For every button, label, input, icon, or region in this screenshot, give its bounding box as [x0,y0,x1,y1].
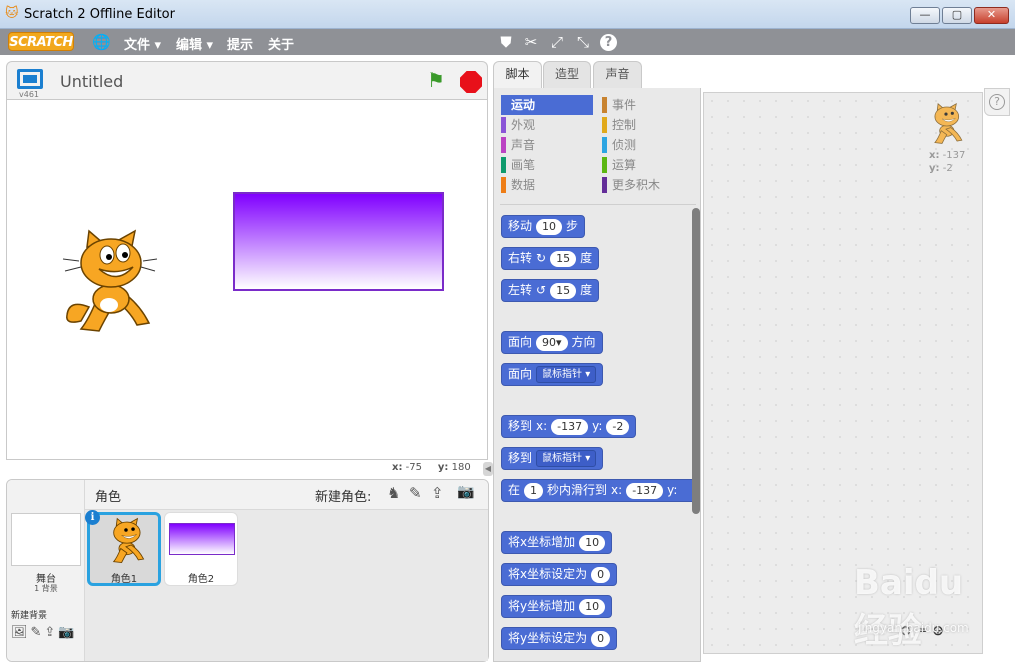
block-move-steps[interactable]: 移动 10 步 [501,215,586,238]
paint-backdrop-library-icon[interactable]: 🖼 [11,625,28,640]
menu-about[interactable]: 关于 [268,34,294,53]
stage-column: 舞台 1 背景 新建背景 🖼 ✎ ⇪ 📷 [7,480,85,661]
categories-right: 事件 控制 侦测 运算 更多积木 [602,95,694,195]
sprite-thumb-2[interactable]: 角色2 [164,512,238,586]
baidu-watermark-url: jingyan.baidu.com [858,621,969,635]
sprite-position-readout: x: -137 y: -2 [929,150,966,174]
sprite-info-icon[interactable]: i [85,510,100,525]
stage-header: v461 Untitled ⚑ [6,61,488,99]
tab-scripts[interactable]: 脚本 [493,61,542,89]
category-motion[interactable]: 运动 [501,95,593,115]
project-title[interactable]: Untitled [60,72,123,91]
menu-tips[interactable]: 提示 [227,34,253,53]
sprite-name-1: 角色1 [110,574,138,585]
categories-left: 运动 外观 声音 画笔 数据 [501,95,593,195]
minimize-button[interactable]: — [910,7,940,24]
globe-icon[interactable]: 🌐 [92,33,111,51]
sprite-library-icon[interactable]: ♞ [387,484,400,502]
block-set-y[interactable]: 将y坐标设定为 0 [501,627,618,650]
category-events[interactable]: 事件 [602,95,694,115]
baidu-watermark: Baidu 经验 [854,563,964,651]
camera-icon[interactable]: 📷 [457,484,474,500]
scratch-cat-app-icon: 🐱 [5,6,19,21]
paint-brush-icon[interactable]: ✎ [31,625,42,640]
block-set-x[interactable]: 将x坐标设定为 0 [501,563,618,586]
tab-costumes[interactable]: 造型 [543,61,591,88]
window-title: Scratch 2 Offline Editor [24,7,175,22]
block-point-towards[interactable]: 面向 鼠标指针 ▾ [501,363,604,386]
sprite-cat-preview-icon [934,103,963,144]
stage-canvas[interactable] [6,99,488,460]
purple-gradient-rectangle-sprite[interactable] [233,192,444,291]
duplicate-stamp-icon[interactable]: ⛊ [497,33,515,51]
category-sound[interactable]: 声音 [501,135,593,155]
upload-sprite-icon[interactable]: ⇪ [431,484,444,502]
menu-file[interactable]: 文件 ▾ [124,34,161,53]
category-pen[interactable]: 画笔 [501,155,593,175]
delete-scissors-icon[interactable]: ✂ [522,33,540,51]
category-operators[interactable]: 运算 [602,155,694,175]
palette-divider [500,204,696,205]
new-sprite-label: 新建角色: [315,490,372,505]
block-point-in-direction[interactable]: 面向 90▾ 方向 [501,331,603,354]
rotate-clockwise-icon: ↻ [536,251,547,265]
menubar: SCRATCH 🌐 文件 ▾ 编辑 ▾ 提示 关于 ⛊ ✂ ⤢ ⤡ ? [0,29,1015,55]
stop-sign-icon[interactable] [460,71,482,93]
mouse-y: 180 [451,462,471,473]
sprite-thumb-1[interactable]: 角色1 [87,512,161,586]
shrink-icon[interactable]: ⤡ [574,33,592,51]
stage-backdrop-count: 1 背景 [34,584,58,593]
new-backdrop-tools: 🖼 ✎ ⇪ 📷 [11,625,75,640]
block-turn-left[interactable]: 左转 ↺ 15 度 [501,279,600,302]
sprites-header: 角色 新建角色: ♞ ✎ ⇪ 📷 [85,480,488,510]
block-goto-xy[interactable]: 移到 x: -137 y: -2 [501,415,637,438]
category-sensing[interactable]: 侦测 [602,135,694,155]
scratch-cat-thumbnail-icon [112,517,145,564]
scratch-logo[interactable]: SCRATCH [8,32,74,51]
sprite-pane: 舞台 1 背景 新建背景 🖼 ✎ ⇪ 📷 角色 新建角色: ♞ ✎ ⇪ 📷 角色 [6,479,489,662]
help-icon[interactable]: ? [600,34,617,51]
green-flag-icon[interactable]: ⚑ [427,68,445,92]
new-backdrop-label: 新建背景 [11,611,48,621]
block-goto[interactable]: 移到 鼠标指针 ▾ [501,447,604,470]
window-titlebar: 🐱 Scratch 2 Offline Editor — ▢ ✕ [0,0,1015,29]
grow-icon[interactable]: ⤢ [548,33,566,51]
scratch-cat-sprite[interactable] [59,229,159,335]
upload-backdrop-icon[interactable]: ⇪ [44,625,55,640]
version-label: v461 [19,90,40,99]
tab-sounds[interactable]: 声音 [593,61,642,88]
camera-icon[interactable]: 📷 [58,625,74,640]
category-more-blocks[interactable]: 更多积木 [602,175,694,195]
close-button[interactable]: ✕ [974,7,1009,24]
block-change-y[interactable]: 将y坐标增加 10 [501,595,613,618]
sprite-name-2: 角色2 [187,574,215,585]
sprite-list: 角色1 i 角色2 [85,510,488,661]
menu-edit[interactable]: 编辑 ▾ [176,34,213,53]
rotate-counterclockwise-icon: ↺ [536,283,547,297]
category-looks[interactable]: 外观 [501,115,593,135]
help-question-icon: ? [989,94,1005,110]
mouse-coordinates: x: -75 y: 180 [392,462,471,473]
fullscreen-icon[interactable] [17,69,43,89]
category-data[interactable]: 数据 [501,175,593,195]
block-glide[interactable]: 在 1 秒内滑行到 x: -137 y: [501,479,697,502]
mouse-x: -75 [405,462,422,473]
palette-scrollbar[interactable] [692,208,700,514]
paint-brush-icon[interactable]: ✎ [409,484,422,502]
maximize-button[interactable]: ▢ [942,7,972,24]
block-turn-right[interactable]: 右转 ↻ 15 度 [501,247,600,270]
sprites-title: 角色 [95,490,122,505]
block-change-x[interactable]: 将x坐标增加 10 [501,531,613,554]
stage-thumbnail[interactable] [11,513,81,566]
help-panel-tab[interactable]: ? [984,88,1010,116]
collapse-stage-arrow-icon[interactable]: ◀ [483,462,493,476]
purple-rectangle-thumbnail [169,523,235,555]
category-control[interactable]: 控制 [602,115,694,135]
script-area[interactable]: x: -137 y: -2 ⊖ ═ ⊕ Baidu 经验 jingyan.bai… [703,92,983,654]
block-palette: 运动 外观 声音 画笔 数据 事件 控制 侦测 运算 更多积木 移动 10 步 右转… [493,88,701,662]
